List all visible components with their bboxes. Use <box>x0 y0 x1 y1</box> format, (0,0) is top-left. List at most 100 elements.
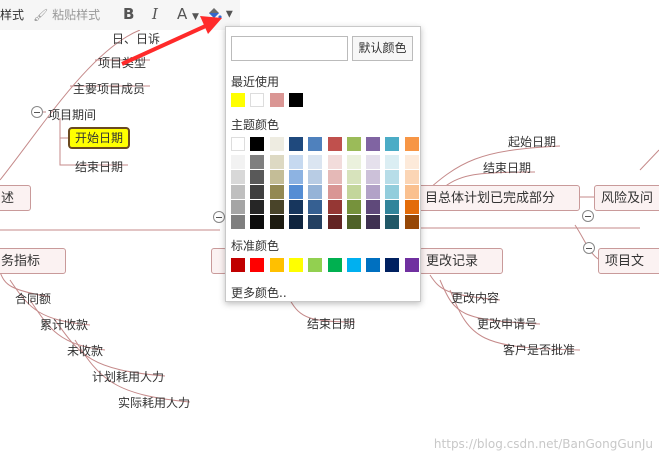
color-swatch[interactable] <box>288 258 303 272</box>
color-swatch[interactable] <box>308 137 323 151</box>
collapse-toggle[interactable] <box>582 210 594 222</box>
color-swatch[interactable] <box>231 137 245 151</box>
color-swatch[interactable] <box>366 185 381 199</box>
color-swatch[interactable] <box>308 258 323 272</box>
node-finance-indicators[interactable]: 务指标 <box>0 248 66 274</box>
color-swatch[interactable] <box>327 170 342 184</box>
color-swatch[interactable] <box>346 200 361 214</box>
color-swatch[interactable] <box>269 215 284 229</box>
color-swatch[interactable] <box>288 200 303 214</box>
node-contract-amount[interactable]: 合同额 <box>15 290 51 307</box>
color-swatch[interactable] <box>269 258 284 272</box>
color-swatch[interactable] <box>231 155 245 169</box>
color-swatch[interactable] <box>269 185 284 199</box>
color-swatch[interactable] <box>346 185 361 199</box>
fill-color-button[interactable]: ▼ <box>206 5 233 21</box>
node-main-members[interactable]: 主要项目成员 <box>73 80 145 97</box>
color-swatch[interactable] <box>269 93 284 107</box>
color-swatch[interactable] <box>250 93 265 107</box>
collapse-toggle[interactable] <box>31 106 43 118</box>
color-swatch[interactable] <box>346 170 361 184</box>
collapse-toggle[interactable] <box>213 211 225 223</box>
color-swatch[interactable] <box>231 93 245 107</box>
style-button[interactable]: 样式 <box>0 6 24 23</box>
color-swatch[interactable] <box>250 215 265 229</box>
color-swatch[interactable] <box>346 155 361 169</box>
color-swatch[interactable] <box>231 185 245 199</box>
color-swatch[interactable] <box>366 137 381 151</box>
color-swatch[interactable] <box>269 200 284 214</box>
bold-button[interactable]: B <box>123 5 134 23</box>
node-risk-issues[interactable]: 风险及问 <box>594 185 659 211</box>
node-end-date-middle[interactable]: 结束日期 <box>307 315 355 332</box>
color-swatch[interactable] <box>250 170 265 184</box>
font-color-button[interactable]: A ▼ <box>177 5 199 23</box>
collapse-toggle[interactable] <box>583 242 595 254</box>
color-swatch[interactable] <box>385 200 400 214</box>
color-swatch[interactable] <box>308 200 323 214</box>
color-swatch[interactable] <box>366 170 381 184</box>
color-swatch[interactable] <box>269 170 284 184</box>
color-swatch[interactable] <box>366 200 381 214</box>
color-swatch[interactable] <box>385 258 400 272</box>
node-change-content[interactable]: 更改内容 <box>451 289 499 306</box>
node-project-type[interactable]: 项目类型 <box>98 54 146 71</box>
color-swatch[interactable] <box>269 155 284 169</box>
color-swatch[interactable] <box>288 155 303 169</box>
color-swatch[interactable] <box>404 185 419 199</box>
color-swatch[interactable] <box>308 170 323 184</box>
node-plan-completed[interactable]: 目总体计划已完成部分 <box>418 185 580 211</box>
node-left-box-partial[interactable]: 述 <box>0 185 31 211</box>
node-end-date[interactable]: 结束日期 <box>75 158 123 175</box>
color-swatch[interactable] <box>366 215 381 229</box>
color-swatch[interactable] <box>308 215 323 229</box>
node-start-date-selected[interactable]: 开始日期 <box>68 127 130 149</box>
color-swatch[interactable] <box>404 200 419 214</box>
color-swatch[interactable] <box>404 137 419 151</box>
node-customer-approve[interactable]: 客户是否批准 <box>503 341 575 358</box>
color-swatch[interactable] <box>288 185 303 199</box>
node-planned-manpower[interactable]: 计划耗用人力 <box>92 368 164 385</box>
color-swatch[interactable] <box>404 170 419 184</box>
color-swatch[interactable] <box>327 155 342 169</box>
color-swatch[interactable] <box>346 137 361 151</box>
color-swatch[interactable] <box>231 200 245 214</box>
color-swatch[interactable] <box>404 215 419 229</box>
color-swatch[interactable] <box>250 258 265 272</box>
color-swatch[interactable] <box>404 155 419 169</box>
color-swatch[interactable] <box>288 215 303 229</box>
color-swatch[interactable] <box>346 215 361 229</box>
color-swatch[interactable] <box>327 200 342 214</box>
color-swatch[interactable] <box>327 215 342 229</box>
node-cumulative-received[interactable]: 累计收款 <box>40 316 88 333</box>
color-swatch[interactable] <box>385 170 400 184</box>
node-end-date-right[interactable]: 结束日期 <box>483 159 531 176</box>
color-swatch[interactable] <box>250 200 265 214</box>
more-colors-link[interactable]: 更多颜色.. <box>231 284 287 301</box>
color-swatch[interactable] <box>288 93 303 107</box>
paste-style-button[interactable]: 🖌 粘贴样式 <box>33 6 100 23</box>
hex-color-input[interactable] <box>231 36 348 61</box>
node-project-period[interactable]: 项目期间 <box>48 106 96 123</box>
node-unreceived[interactable]: 未收款 <box>67 342 103 359</box>
default-color-button[interactable]: 默认颜色 <box>352 36 413 61</box>
color-swatch[interactable] <box>288 170 303 184</box>
color-swatch[interactable] <box>404 258 419 272</box>
node-project-docs[interactable]: 项目文 <box>598 248 659 274</box>
italic-button[interactable]: I <box>152 5 158 23</box>
color-swatch[interactable] <box>327 137 342 151</box>
color-swatch[interactable] <box>385 137 400 151</box>
color-swatch[interactable] <box>327 185 342 199</box>
color-swatch[interactable] <box>385 215 400 229</box>
node-partial-top[interactable]: 日、日诉 <box>112 30 160 47</box>
color-swatch[interactable] <box>250 137 265 151</box>
color-swatch[interactable] <box>231 170 245 184</box>
color-swatch[interactable] <box>327 258 342 272</box>
color-swatch[interactable] <box>366 258 381 272</box>
color-swatch[interactable] <box>231 215 245 229</box>
node-actual-manpower[interactable]: 实际耗用人力 <box>118 394 190 411</box>
color-swatch[interactable] <box>250 155 265 169</box>
color-swatch[interactable] <box>269 137 284 151</box>
color-swatch[interactable] <box>385 155 400 169</box>
color-swatch[interactable] <box>288 137 303 151</box>
